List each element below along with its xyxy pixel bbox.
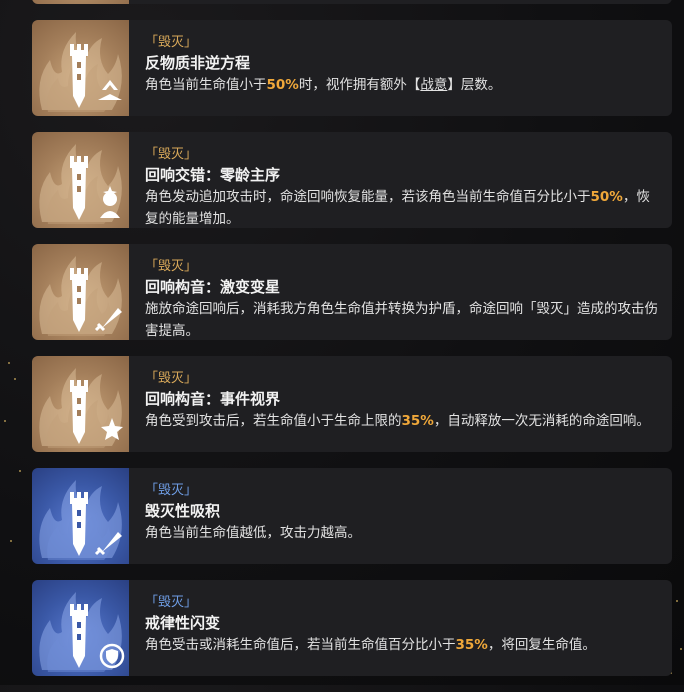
blessing-title: 回响构音：事件视界: [145, 390, 281, 408]
description-segment: 时，视作拥有额外【: [298, 77, 421, 93]
highlight-value: 35%: [401, 413, 434, 429]
blessing-title: 回响构音：激变变星: [145, 278, 281, 296]
blessing-description: 角色当前生命值越低，攻击力越高。: [145, 522, 660, 544]
blessing-card[interactable]: 「毁灭」戒律性闪变角色受击或消耗生命值后，若当前生命值百分比小于35%，将回复生…: [32, 580, 672, 676]
path-tag: 「毁灭」: [145, 259, 198, 274]
tower-emblem-icon: [39, 592, 125, 672]
description-segment: 角色受到攻击后，若生命值小于生命上限的: [145, 413, 402, 429]
blessing-icon: [32, 468, 129, 564]
blessing-card[interactable]: 「毁灭」 反物质非逆方程 角色当前生命值小于50%时，视作拥有额外【战意】层数。: [32, 20, 672, 116]
description-segment: 】层数。: [447, 77, 502, 93]
blessing-description: 角色受到攻击后，若生命值小于生命上限的35%，自动释放一次无消耗的命途回响。: [145, 410, 660, 432]
path-tag: 「毁灭」: [145, 147, 198, 162]
blessing-description: 角色受击或消耗生命值后，若当前生命值百分比小于35%，将回复生命值。: [145, 634, 660, 656]
highlight-value: 35%: [455, 637, 488, 653]
tower-emblem-icon: [39, 32, 122, 112]
description-segment: 角色发动追加攻击时，命途回响恢复能量，若该角色当前生命值百分比小于: [145, 189, 591, 205]
tower-emblem-icon: [32, 0, 129, 4]
blessing-text: 「毁灭」戒律性闪变角色受击或消耗生命值后，若当前生命值百分比小于35%，将回复生…: [129, 580, 672, 676]
highlight-value: 50%: [590, 189, 623, 205]
blessing-icon: [32, 356, 129, 452]
blessing-card[interactable]: 「毁灭」回响构音：激变变星施放命途回响后，消耗我方角色生命值并转换为护盾，命途回…: [32, 244, 672, 340]
blessing-icon: [32, 244, 129, 340]
tower-emblem-icon: [39, 368, 123, 448]
blessing-icon: [32, 0, 129, 4]
description-segment: 施放命途回响后，消耗我方角色生命值并转换为护盾，命途回响「毁灭」造成的攻击伤害提…: [145, 301, 658, 339]
blessing-card[interactable]: 「毁灭」毁灭性吸积角色当前生命值越低，攻击力越高。: [32, 468, 672, 564]
blessing-icon: [32, 20, 129, 116]
blessing-description: 角色发动追加攻击时，命途回响恢复能量，若该角色当前生命值百分比小于50%，恢复的…: [145, 186, 660, 228]
tower-emblem-icon: [39, 480, 122, 560]
description-segment: 角色当前生命值小于: [145, 77, 267, 93]
path-tag: 「毁灭」: [145, 35, 198, 50]
blessing-description: 角色当前生命值小于50%时，视作拥有额外【战意】层数。: [145, 74, 660, 96]
blessing-title: 戒律性闪变: [145, 614, 221, 632]
blessing-text: 「毁灭」毁灭性吸积角色当前生命值越低，攻击力越高。: [129, 468, 672, 564]
blessing-text: 「毁灭」 反物质非逆方程 角色当前生命值小于50%时，视作拥有额外【战意】层数。: [129, 20, 672, 116]
blessing-text: 「毁灭」毁灭之锤对敌方造成伤害时回复生命值。: [129, 0, 672, 4]
blessing-list: 「毁灭」毁灭之锤对敌方造成伤害时回复生命值。 「毁灭」反物质非逆方程角色当前生命…: [32, 0, 672, 692]
keyword-link[interactable]: 战意: [420, 77, 447, 93]
tower-emblem-icon: [39, 144, 122, 224]
description-segment: 角色受击或消耗生命值后，若当前生命值百分比小于: [145, 637, 456, 653]
blessing-card[interactable]: 「毁灭」回响交错：零龄主序角色发动追加攻击时，命途回响恢复能量，若该角色当前生命…: [32, 132, 672, 228]
blessing-title: 回响交错：零龄主序: [145, 166, 281, 184]
path-tag: 「毁灭」: [145, 595, 198, 610]
highlight-value: 50%: [266, 77, 299, 93]
blessing-text: 「毁灭」回响构音：事件视界角色受到攻击后，若生命值小于生命上限的35%，自动释放…: [129, 356, 672, 452]
blessing-card[interactable]: 「毁灭」回响构音：事件视界角色受到攻击后，若生命值小于生命上限的35%，自动释放…: [32, 356, 672, 452]
blessing-card[interactable]: 「毁灭」毁灭之锤对敌方造成伤害时回复生命值。: [32, 0, 672, 4]
blessing-title: 毁灭性吸积: [145, 502, 221, 520]
blessing-title: 反物质非逆方程: [145, 54, 251, 72]
blessing-text: 「毁灭」回响构音：激变变星施放命途回响后，消耗我方角色生命值并转换为护盾，命途回…: [129, 244, 672, 340]
blessing-icon: [32, 132, 129, 228]
description-segment: ，将回复生命值。: [487, 637, 596, 653]
blessing-text: 「毁灭」回响交错：零龄主序角色发动追加攻击时，命途回响恢复能量，若该角色当前生命…: [129, 132, 672, 228]
description-segment: ，自动释放一次无消耗的命途回响。: [433, 413, 650, 429]
path-tag: 「毁灭」: [145, 483, 198, 498]
blessing-icon: [32, 580, 129, 676]
description-segment: 角色当前生命值越低，攻击力越高。: [145, 525, 361, 541]
tower-emblem-icon: [39, 256, 122, 336]
path-tag: 「毁灭」: [145, 371, 198, 386]
blessing-description: 施放命途回响后，消耗我方角色生命值并转换为护盾，命途回响「毁灭」造成的攻击伤害提…: [145, 298, 660, 340]
